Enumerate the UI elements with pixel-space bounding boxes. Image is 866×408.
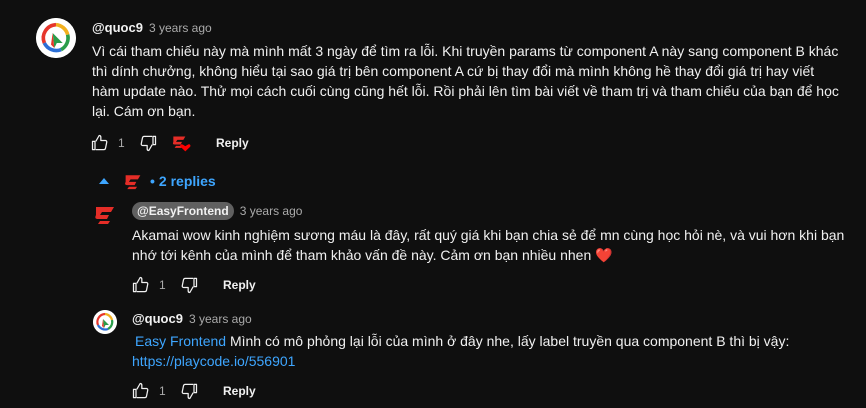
- channel-logo-icon: [95, 207, 114, 224]
- comment-header: @quoc9 3 years ago: [92, 20, 212, 35]
- reply-button[interactable]: Reply: [216, 136, 249, 150]
- comment-text: Vì cái tham chiếu này mà mình mất 3 ngày…: [92, 43, 839, 119]
- reply-author[interactable]: @quoc9: [132, 311, 183, 326]
- dislike-icon[interactable]: [179, 381, 199, 401]
- like-icon[interactable]: [131, 275, 151, 295]
- channel-logo-icon: [122, 172, 144, 190]
- like-icon[interactable]: [90, 133, 110, 153]
- comment-actions: 1 Reply: [90, 131, 249, 155]
- reply-text: Mình có mô phỏng lại lỗi của mình ở đây …: [226, 333, 790, 349]
- reply-avatar[interactable]: [93, 203, 117, 225]
- like-count: 1: [118, 136, 125, 150]
- reply-text: Akamai wow kinh nghiệm sương máu là đây,…: [132, 227, 845, 263]
- user-avatar-icon: [93, 310, 117, 334]
- reply-avatar[interactable]: [93, 310, 117, 334]
- like-count: 1: [159, 278, 166, 292]
- reply-button[interactable]: Reply: [223, 278, 256, 292]
- url-link[interactable]: https://playcode.io/556901: [132, 353, 295, 369]
- comment-time[interactable]: 3 years ago: [149, 21, 212, 35]
- reply-author-badge[interactable]: @EasyFrontend: [132, 202, 234, 220]
- chevron-up-icon: [98, 175, 110, 187]
- replies-toggle[interactable]: • 2 replies: [98, 172, 216, 190]
- reply-time[interactable]: 3 years ago: [240, 204, 303, 218]
- reply-button[interactable]: Reply: [223, 384, 256, 398]
- creator-heart-icon: [172, 133, 192, 153]
- reply-actions: 1 Reply: [131, 379, 256, 403]
- reply-time[interactable]: 3 years ago: [189, 312, 252, 326]
- user-avatar-icon: [36, 18, 76, 58]
- like-count: 1: [159, 384, 166, 398]
- like-icon[interactable]: [131, 381, 151, 401]
- reply-header: @quoc9 3 years ago: [132, 311, 252, 326]
- avatar[interactable]: [36, 18, 76, 58]
- dislike-icon[interactable]: [179, 275, 199, 295]
- dislike-icon[interactable]: [138, 133, 158, 153]
- reply-header: @EasyFrontend 3 years ago: [132, 202, 302, 220]
- reply-actions: 1 Reply: [131, 273, 256, 297]
- reply-text-block: Easy Frontend Mình có mô phỏng lại lỗi c…: [132, 331, 846, 371]
- mention-link[interactable]: Easy Frontend: [135, 333, 226, 349]
- replies-bullet: •: [150, 173, 155, 189]
- replies-count-label: 2 replies: [158, 173, 216, 189]
- comment-author[interactable]: @quoc9: [92, 20, 143, 35]
